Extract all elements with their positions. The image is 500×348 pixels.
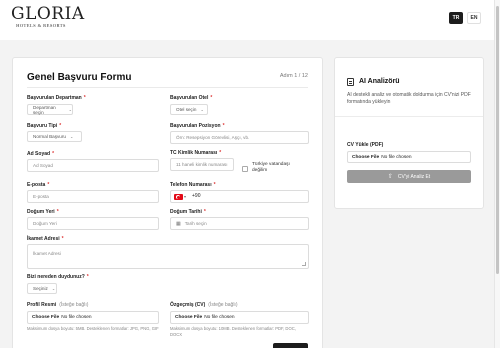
form-title: Genel Başvuru Formu xyxy=(27,72,132,83)
file-status: No file chosen xyxy=(204,315,235,320)
birthplace-label: Doğum Yeri * xyxy=(27,209,59,215)
document-icon xyxy=(347,78,354,86)
chevron-down-icon[interactable]: ▾ xyxy=(184,194,186,199)
logo-subtitle: HOTELS & RESORTS xyxy=(16,23,66,28)
ai-divider xyxy=(335,116,483,117)
top-bar: GLORIA HOTELS & RESORTS TR EN xyxy=(0,0,494,40)
application-type-label: Başvuru Tipi * xyxy=(27,123,62,129)
cv-label: Özgeçmiş (CV) (İsteğe bağlı) xyxy=(170,302,238,308)
birthdate-input[interactable]: ▦ Tarih seçin xyxy=(170,217,309,230)
form-divider xyxy=(27,87,308,88)
file-status: No file chosen xyxy=(381,154,412,160)
scroll-thumb[interactable] xyxy=(496,6,499,274)
source-label: Bizi nereden duydunuz? * xyxy=(27,274,89,280)
chevron-down-icon: ⌄ xyxy=(51,286,56,291)
position-label: Başvurulan Pozisyon * xyxy=(170,123,225,129)
application-form-card: Genel Başvuru Formu Adım 1 / 12 Başvurul… xyxy=(12,57,323,348)
calendar-icon: ▦ xyxy=(176,220,181,227)
ai-description: AI destekli analiz ve otomatik doldurma … xyxy=(347,92,471,105)
department-label: Başvurulan Departman * xyxy=(27,95,86,101)
hotel-select[interactable]: Otel seçin ⌄ xyxy=(170,104,208,115)
ai-analyzer-card: AI Analizörü AI destekli analiz ve otoma… xyxy=(334,57,484,209)
foreign-citizen-checkbox[interactable] xyxy=(242,166,248,172)
chevron-down-icon: ⌄ xyxy=(69,134,74,139)
cv-upload-label: CV Yükle (PDF) xyxy=(347,142,384,148)
step-indicator: Adım 1 / 12 xyxy=(279,73,308,79)
hotel-label: Başvurulan Otel * xyxy=(170,95,213,101)
birthplace-input[interactable]: Doğum Yeri xyxy=(27,217,159,230)
choose-file-button[interactable]: Choose File xyxy=(32,315,59,320)
foreign-citizen-label: Türkiye vatandaşı değilim xyxy=(252,162,290,173)
file-status: No file chosen xyxy=(61,315,92,320)
birthdate-label: Doğum Tarihi * xyxy=(170,209,206,215)
fullname-input[interactable]: Ad Soyad xyxy=(27,159,159,172)
upload-icon: ⇧ xyxy=(387,174,393,180)
email-label: E-posta * xyxy=(27,182,50,188)
chevron-down-icon: ⌄ xyxy=(68,107,72,112)
turkey-flag-icon[interactable] xyxy=(174,194,183,200)
resize-handle-icon[interactable] xyxy=(302,262,306,266)
address-textarea[interactable]: İkamet Adresi xyxy=(27,244,309,269)
department-select[interactable]: Departman seçin ⌄ xyxy=(27,104,73,115)
analyze-cv-button[interactable]: ⇧ CV'yi Analiz Et xyxy=(347,170,471,183)
fullname-label: Ad Soyad * xyxy=(27,151,55,157)
address-placeholder: İkamet Adresi xyxy=(33,251,61,256)
page-scrollbar[interactable] xyxy=(494,0,500,348)
analyze-cv-label: CV'yi Analiz Et xyxy=(397,173,431,180)
lang-tr-button[interactable]: TR xyxy=(449,12,463,24)
photo-hint: Maksimum dosya boyutu: 5MB. Desteklenen … xyxy=(27,326,159,331)
cv-file-input[interactable]: Choose File No file chosen xyxy=(170,311,309,324)
birthdate-placeholder: Tarih seçin xyxy=(184,221,207,226)
phone-country-code: +90 xyxy=(192,193,201,199)
position-input[interactable]: Örn: Resepsiyon Görevlisi, Aşçı, vb. xyxy=(170,131,309,144)
lang-en-button[interactable]: EN xyxy=(467,12,481,24)
photo-file-input[interactable]: Choose File No file chosen xyxy=(27,311,159,324)
source-select[interactable]: Seçiniz ⌄ xyxy=(27,283,57,294)
phone-input[interactable] xyxy=(170,190,309,203)
phone-label: Telefon Numarası * xyxy=(170,182,216,188)
next-button[interactable] xyxy=(273,343,308,348)
chevron-down-icon: ⌄ xyxy=(200,107,204,112)
gloria-logo[interactable]: GLORIA HOTELS & RESORTS xyxy=(11,4,85,29)
email-input[interactable]: E-posta xyxy=(27,190,159,203)
logo-wordmark: GLORIA xyxy=(11,4,85,24)
cv-hint: Maksimum dosya boyutu: 10MB. Desteklenen… xyxy=(170,326,296,337)
tc-label: TC Kimlik Numarası * xyxy=(170,150,222,156)
ai-title: AI Analizörü xyxy=(359,78,400,85)
address-label: İkamet Adresi * xyxy=(27,236,64,242)
choose-file-button[interactable]: Choose File xyxy=(175,315,202,320)
photo-label: Profil Resmi (İsteğe bağlı) xyxy=(27,302,89,308)
tc-input[interactable]: 11 haneli kimlik numarası xyxy=(170,158,234,171)
choose-file-button[interactable]: Choose File xyxy=(352,155,379,160)
application-type-select[interactable]: Normal Başvuru ⌄ xyxy=(27,131,82,142)
cv-upload-input[interactable]: Choose File No file chosen xyxy=(347,151,471,163)
